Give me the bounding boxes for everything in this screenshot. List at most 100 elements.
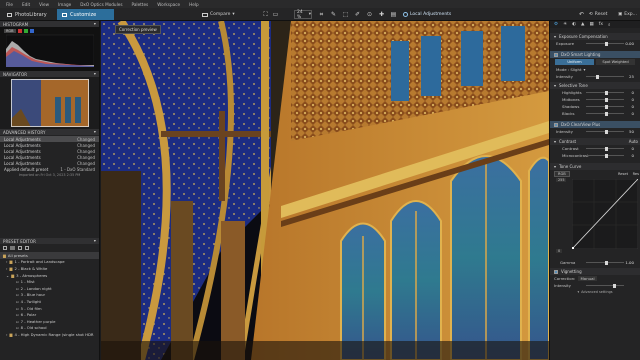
vignetting-slider[interactable] (586, 283, 624, 288)
horizon-icon[interactable]: ✎ (330, 11, 337, 18)
geometry-tab-icon[interactable]: ▦ (590, 22, 594, 27)
crop-icon[interactable]: ⌗ (318, 11, 325, 18)
menu-help[interactable]: Help (189, 2, 199, 7)
delete-preset-icon[interactable] (25, 246, 29, 250)
preset-folder[interactable]: › ▆ 1 - Portrait and Landscape (0, 259, 99, 266)
tone-curve-graph[interactable] (572, 179, 638, 249)
contrast-row[interactable]: Contrast 0 (550, 145, 640, 152)
highlights-slider[interactable] (586, 90, 624, 95)
slider-knob[interactable] (605, 97, 608, 102)
color-tab-icon[interactable]: ◐ (572, 22, 576, 27)
clearview-header[interactable]: DxO ClearView Plus (550, 121, 640, 128)
spot-weighted-button[interactable]: Spot Weighted (596, 59, 635, 65)
local-adjustments-button[interactable]: Local Adjustments (403, 10, 451, 19)
zoom-select[interactable]: 24 % ▾ (294, 10, 312, 20)
fit-icon[interactable]: ⛶ (262, 11, 269, 18)
effects-tab-icon[interactable]: fx (599, 22, 603, 27)
close-icon[interactable]: ▾ (94, 21, 96, 26)
history-item[interactable]: Applied default preset 1 - DxO Standard (0, 166, 99, 172)
slider-knob[interactable] (605, 41, 608, 46)
curve-reset-all-button[interactable]: Res (633, 172, 639, 176)
red-eye-icon[interactable]: ⊙ (366, 11, 373, 18)
detail-tab-icon[interactable]: ▲ (581, 22, 584, 27)
menu-edit[interactable]: Edit (22, 2, 30, 7)
blacks-row[interactable]: Blacks 0 (550, 110, 640, 117)
curve-output-value[interactable]: 255 (556, 178, 567, 182)
export-button[interactable]: ▣ Exp... (618, 10, 637, 19)
tone-curve-header[interactable]: ▾ Tone Curve (550, 163, 640, 170)
intensity-slider-row[interactable]: Intensity 25 (550, 73, 640, 80)
uniform-button[interactable]: Uniform (555, 59, 594, 65)
highlights-row[interactable]: Highlights 0 (550, 89, 640, 96)
menu-file[interactable]: File (6, 2, 13, 7)
slider-knob[interactable] (605, 260, 608, 265)
slider-knob[interactable] (595, 74, 599, 79)
enable-checkbox[interactable] (554, 269, 558, 274)
midtones-row[interactable]: Midtones 0 (550, 96, 640, 103)
slider-knob[interactable] (605, 90, 608, 95)
slider-knob[interactable] (605, 111, 608, 116)
history-header[interactable]: ADVANCED HISTORY ▾ (0, 129, 99, 135)
zoom-100-icon[interactable]: ▭ (272, 11, 279, 18)
folder-icon[interactable] (10, 246, 15, 250)
selective-tone-header[interactable]: ▾ Selective Tone (550, 82, 640, 89)
light-tab-icon[interactable]: ☀ (563, 22, 567, 27)
preset-item[interactable]: ▫ 7 - Heather purple (0, 318, 99, 325)
preset-item[interactable]: ▫ 1 - Mist (0, 278, 99, 285)
menu-palettes[interactable]: Palettes (132, 2, 149, 7)
preset-item[interactable]: ▫ 3 - Blue hour (0, 292, 99, 299)
microcontrast-row[interactable]: Microcontrast 0 (550, 152, 640, 159)
repair-icon[interactable]: ✚ (378, 11, 385, 18)
collapse-icon[interactable]: ▾ (94, 129, 96, 134)
favorites-tab-icon[interactable]: ⚙ (554, 22, 558, 27)
search-icon[interactable]: ⌕ (608, 22, 611, 28)
tab-customize[interactable]: Customize (57, 9, 114, 20)
gamma-row[interactable]: Gamma 1.00 (550, 259, 640, 266)
navigator[interactable] (0, 77, 99, 129)
preset-item[interactable]: ▫ 5 - Old film (0, 305, 99, 312)
eyedropper-icon[interactable]: ✐ (354, 11, 361, 18)
midtones-slider[interactable] (586, 97, 624, 102)
gamma-slider[interactable] (586, 260, 624, 265)
collapse-icon[interactable]: ▾ (94, 71, 96, 76)
preset-folder[interactable]: › ▆ 4 - High Dynamic Range (single shot HD… (0, 331, 99, 338)
tab-photolibrary[interactable]: PhotoLibrary (2, 9, 57, 20)
intensity-slider[interactable] (586, 74, 624, 79)
preset-folder[interactable]: › ▆ 2 - Black & White (0, 265, 99, 272)
exposure-slider[interactable] (586, 41, 624, 46)
microcontrast-slider[interactable] (586, 153, 624, 158)
clearview-slider[interactable] (586, 129, 624, 134)
menu-optics-modules[interactable]: DxO Optics Modules (80, 2, 122, 7)
new-preset-icon[interactable] (3, 246, 7, 250)
preset-item[interactable]: ▫ 2 - London night (0, 285, 99, 292)
blacks-slider[interactable] (586, 111, 624, 116)
slider-knob[interactable] (605, 129, 608, 134)
image-viewer[interactable]: Correction preview (101, 21, 549, 360)
preset-folder-all[interactable]: ▆ All presets (0, 252, 99, 259)
slider-knob[interactable] (612, 283, 616, 288)
correction-row[interactable]: Correction: Manual (550, 275, 640, 282)
save-preset-icon[interactable] (18, 246, 22, 250)
tone-curve-editor[interactable]: 255 0 (550, 177, 640, 259)
shadows-row[interactable]: Shadows 0 (550, 103, 640, 110)
compare-button[interactable]: Compare ▾ (202, 10, 235, 19)
curve-reset-button[interactable]: Reset (618, 172, 628, 176)
vignetting-header[interactable]: Vignetting (550, 268, 640, 275)
slider-knob[interactable] (605, 104, 608, 109)
preset-editor-header[interactable]: PRESET EDITOR ▾ (0, 238, 99, 244)
menu-workspace[interactable]: Workspace (157, 2, 180, 7)
clearview-intensity-row[interactable]: Intensity 50 (550, 128, 640, 135)
undo-icon[interactable]: ↶ (578, 11, 585, 18)
curve-input-value[interactable]: 0 (556, 249, 563, 253)
curve-channel-select[interactable]: RGB (554, 170, 570, 177)
reset-button[interactable]: ⟲ Reset (589, 10, 607, 19)
menu-image[interactable]: Image (58, 2, 71, 7)
mode-select[interactable]: Mode : Slight ▾ (550, 66, 640, 73)
smart-lighting-header[interactable]: DxO Smart Lighting (550, 51, 640, 58)
enable-checkbox[interactable] (554, 122, 558, 127)
shadows-slider[interactable] (586, 104, 624, 109)
exposure-section-header[interactable]: ▾ Exposure Compensation (550, 33, 640, 40)
slider-knob[interactable] (605, 153, 608, 158)
preset-folder[interactable]: ⌄ ▆ 3 - Atmospheres (0, 272, 99, 279)
perspective-icon[interactable]: ⬚ (342, 11, 349, 18)
